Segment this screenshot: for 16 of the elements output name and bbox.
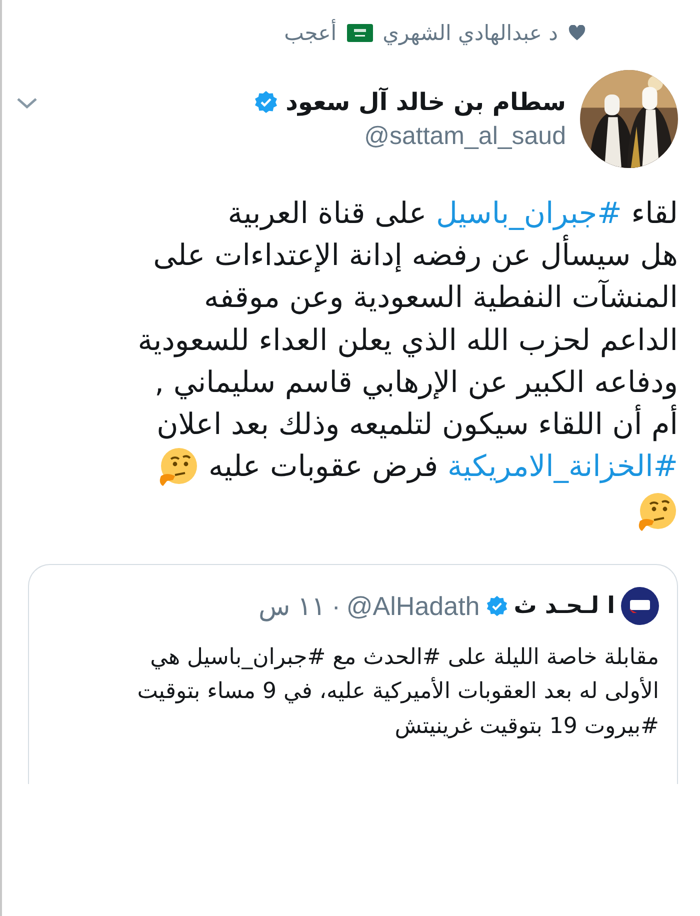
liked-label: أعجب bbox=[284, 21, 337, 45]
liker-name: د عبدالهادي الشهري bbox=[382, 21, 558, 45]
author-name: سطام بن خالد آل سعود bbox=[286, 88, 566, 116]
author-handle: @sattam_al_saud bbox=[364, 122, 566, 151]
channel-logo-icon bbox=[621, 587, 659, 626]
hashtag-link[interactable]: #جبران_باسيل bbox=[436, 196, 622, 230]
chevron-down-icon[interactable] bbox=[16, 96, 38, 110]
quoted-time: ١١ س bbox=[258, 590, 326, 622]
quoted-tweet-text: مقابلة خاصة الليلة على #الحدث مع #جبران_باسيل هي الأولى له بعد العقوبات الأميركية عليه، في 9 مساء بتوقيت #بيروت 19 بتوقيت غرينيتش bbox=[136, 644, 659, 741]
quoted-author-handle: @AlHadath bbox=[346, 590, 480, 622]
heart-icon bbox=[568, 25, 586, 41]
quoted-author-name: ا لـحـد ث bbox=[514, 593, 615, 620]
tweet-text: لقاء #جبران_باسيل على قناة العربية هل سيسأل عن رفضه إدانة الإعتداءات على المنشآت النفطية السعودية وعن موقفه الداعم لحزب الله الذي يعلن العداء للسعودية ودفاعه الكبير عن الإرهابي قاسم سليماني , أم أن اللقاء سيكون لتلميعه وذلك بعد اعلان #الخزانة_الامريكية فرض عقوبات عليه bbox=[12, 192, 678, 535]
flag-icon bbox=[346, 24, 373, 42]
separator-dot: · bbox=[332, 590, 340, 622]
hashtag-link[interactable]: #الخزانة_الامريكية bbox=[447, 449, 678, 484]
